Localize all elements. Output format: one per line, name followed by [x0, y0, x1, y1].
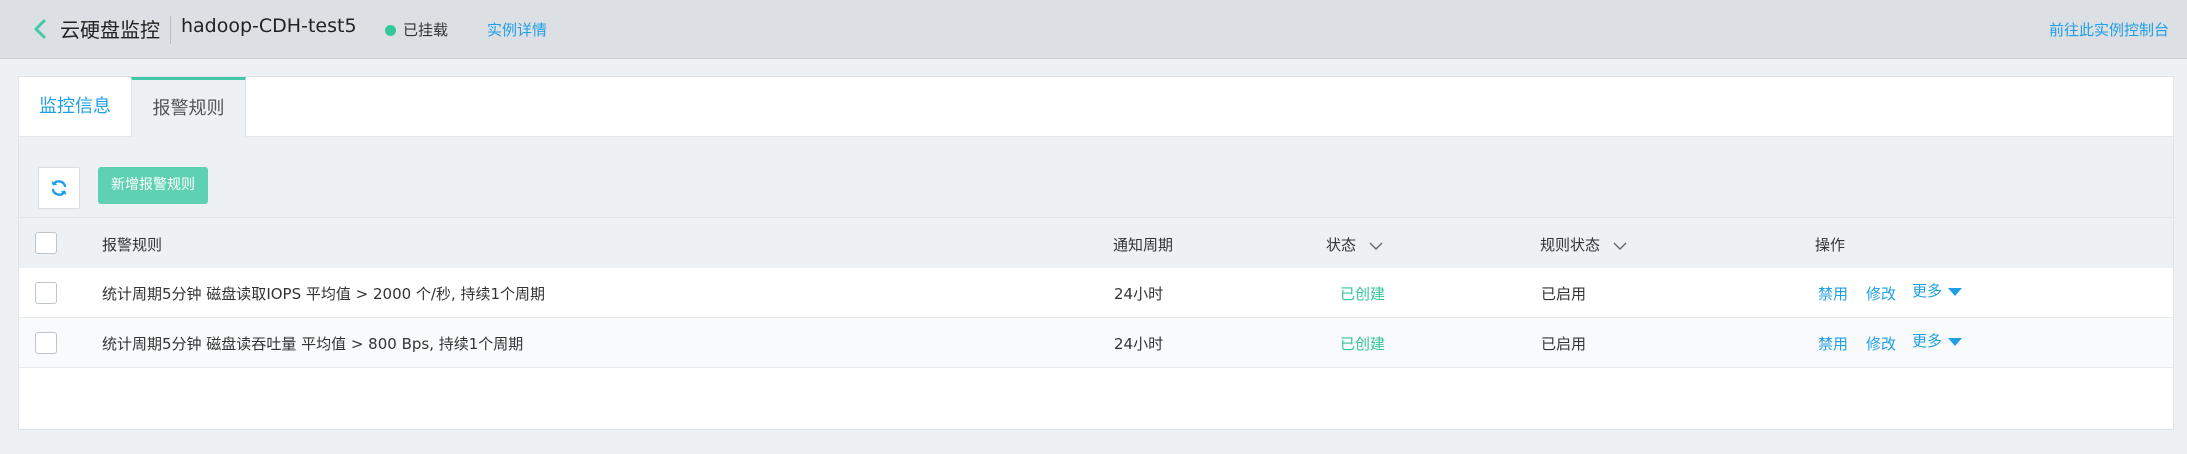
page-title: 云硬盘监控: [60, 18, 160, 42]
notify-period: 24小时: [1114, 285, 1164, 303]
column-header-status[interactable]: 状态: [1326, 234, 1383, 255]
title-divider: [170, 16, 171, 44]
refresh-icon: [51, 180, 67, 196]
column-header-rule-status[interactable]: 规则状态: [1540, 234, 1627, 255]
instance-detail-link[interactable]: 实例详情: [487, 19, 547, 40]
disable-button[interactable]: 禁用: [1818, 283, 1848, 304]
caret-down-icon: [1948, 287, 1963, 296]
refresh-button[interactable]: [38, 167, 80, 209]
chevron-down-icon: [1369, 242, 1383, 250]
table-row: 统计周期5分钟 磁盘读取IOPS 平均值 > 2000 个/秒, 持续1个周期 …: [19, 268, 2173, 318]
tab-monitor-info[interactable]: 监控信息: [19, 77, 131, 136]
column-header-actions: 操作: [1815, 236, 1846, 254]
rule-enabled-status: 已启用: [1541, 285, 1587, 303]
column-header-status-label: 状态: [1326, 236, 1357, 254]
caret-down-icon: [1948, 337, 1963, 346]
instance-name: hadoop-CDH-test5: [181, 15, 357, 37]
column-header-rule: 报警规则: [102, 236, 163, 254]
more-label: 更多: [1912, 282, 1943, 300]
rule-description: 统计周期5分钟 磁盘读吞吐量 平均值 > 800 Bps, 持续1个周期: [102, 335, 524, 353]
more-dropdown[interactable]: 更多: [1912, 280, 1963, 301]
go-to-console-link[interactable]: 前往此实例控制台: [2049, 19, 2169, 40]
table-row: 统计周期5分钟 磁盘读吞吐量 平均值 > 800 Bps, 持续1个周期 24小…: [19, 318, 2173, 368]
rule-state: 已创建: [1340, 285, 1386, 303]
edit-button[interactable]: 修改: [1866, 283, 1896, 304]
row-checkbox[interactable]: [35, 332, 57, 354]
disable-button[interactable]: 禁用: [1818, 333, 1848, 354]
rule-description: 统计周期5分钟 磁盘读取IOPS 平均值 > 2000 个/秒, 持续1个周期: [102, 285, 546, 303]
table-header: 报警规则 通知周期 状态 规则状态 操作: [19, 217, 2173, 269]
more-dropdown[interactable]: 更多: [1912, 330, 1963, 351]
status-dot-icon: [385, 25, 396, 36]
edit-button[interactable]: 修改: [1866, 333, 1896, 354]
back-icon[interactable]: [30, 17, 52, 41]
column-header-period: 通知周期: [1113, 236, 1174, 254]
notify-period: 24小时: [1114, 335, 1164, 353]
select-all-checkbox[interactable]: [35, 232, 57, 254]
toolbar: [19, 137, 2173, 217]
top-bar: 云硬盘监控 hadoop-CDH-test5 已挂载 实例详情 前往此实例控制台: [0, 0, 2187, 59]
main-panel: 监控信息 报警规则 新增报警规则 报警规则 通知周期 状态 规则状态 操作 统计…: [18, 76, 2174, 430]
status-badge: 已挂载: [403, 21, 449, 39]
tab-alarm-rules[interactable]: 报警规则: [131, 77, 246, 137]
add-alarm-rule-button[interactable]: 新增报警规则: [98, 167, 208, 204]
rule-enabled-status: 已启用: [1541, 335, 1587, 353]
column-header-rule-status-label: 规则状态: [1540, 236, 1601, 254]
rule-state: 已创建: [1340, 335, 1386, 353]
chevron-down-icon: [1613, 242, 1627, 250]
more-label: 更多: [1912, 332, 1943, 350]
row-checkbox[interactable]: [35, 282, 57, 304]
tab-bar: 监控信息 报警规则: [19, 77, 2173, 137]
